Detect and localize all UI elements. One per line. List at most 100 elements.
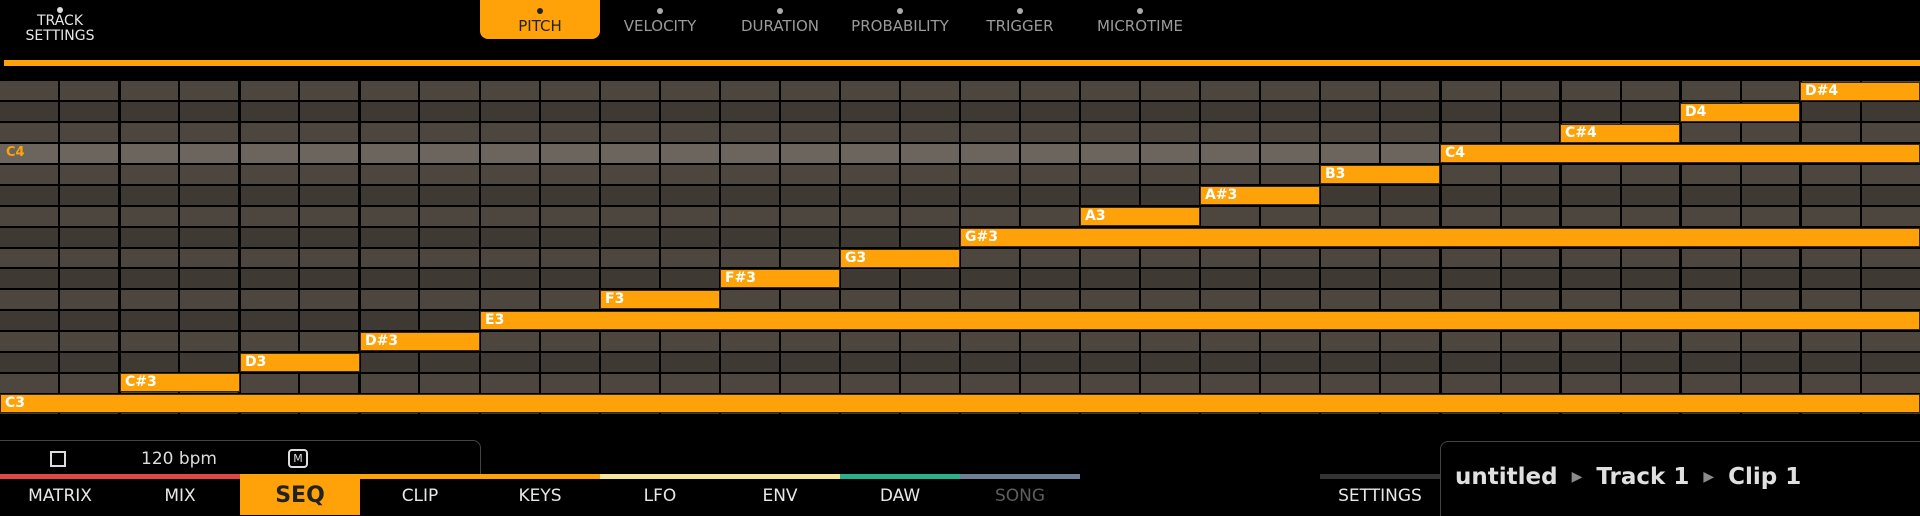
- grid-cell[interactable]: [900, 164, 959, 184]
- grid-cell[interactable]: [780, 353, 839, 373]
- grid-cell[interactable]: [900, 353, 959, 373]
- note-block[interactable]: A#3: [1200, 186, 1320, 206]
- note-block[interactable]: C#4: [1560, 123, 1680, 143]
- grid-cell[interactable]: [1321, 101, 1380, 121]
- grid-cell[interactable]: [120, 122, 179, 142]
- grid-cell[interactable]: [0, 248, 59, 268]
- grid-cell[interactable]: [540, 374, 599, 394]
- grid-cell[interactable]: [540, 164, 599, 184]
- grid-cell[interactable]: [961, 248, 1020, 268]
- grid-cell[interactable]: [900, 332, 959, 352]
- grid-cell[interactable]: [1201, 122, 1260, 142]
- grid-cell[interactable]: [1681, 206, 1740, 226]
- grid-cell[interactable]: [300, 332, 359, 352]
- grid-cell[interactable]: [720, 206, 779, 226]
- grid-cell[interactable]: [1801, 164, 1860, 184]
- grid-cell[interactable]: [1141, 248, 1200, 268]
- grid-cell[interactable]: [360, 248, 419, 268]
- grid-cell[interactable]: [1441, 101, 1500, 121]
- grid-cell[interactable]: [1561, 269, 1620, 289]
- grid-cell[interactable]: [480, 206, 539, 226]
- grid-cell[interactable]: [900, 122, 959, 142]
- grid-cell[interactable]: [1741, 269, 1800, 289]
- grid-cell[interactable]: [300, 248, 359, 268]
- grid-cell[interactable]: [300, 122, 359, 142]
- grid-cell[interactable]: [600, 248, 659, 268]
- grid-cell[interactable]: [1741, 206, 1800, 226]
- grid-cell[interactable]: [840, 81, 899, 100]
- tab-probability[interactable]: PROBABILITY: [840, 0, 960, 39]
- grid-cell[interactable]: [780, 374, 839, 394]
- grid-cell[interactable]: [1081, 164, 1140, 184]
- grid-cell[interactable]: [780, 206, 839, 226]
- grid-cell[interactable]: [1681, 353, 1740, 373]
- grid-cell[interactable]: [540, 332, 599, 352]
- grid-cell[interactable]: [180, 185, 239, 205]
- note-block[interactable]: D4: [1680, 102, 1800, 122]
- grid-cell[interactable]: [420, 206, 479, 226]
- grid-cell[interactable]: [1861, 290, 1920, 310]
- grid-cell[interactable]: [300, 290, 359, 310]
- grid-cell[interactable]: [1141, 81, 1200, 100]
- grid-cell[interactable]: [780, 248, 839, 268]
- grid-cell[interactable]: [120, 290, 179, 310]
- grid-cell[interactable]: [660, 164, 719, 184]
- grid-cell[interactable]: [480, 227, 539, 247]
- grid-cell[interactable]: [1501, 374, 1560, 394]
- grid-cell[interactable]: [540, 353, 599, 373]
- grid-cell[interactable]: [120, 248, 179, 268]
- grid-cell[interactable]: [0, 122, 59, 142]
- grid-cell[interactable]: [1861, 101, 1920, 121]
- grid-cell[interactable]: [60, 248, 119, 268]
- grid-cell[interactable]: [1501, 164, 1560, 184]
- grid-cell[interactable]: [1021, 332, 1080, 352]
- grid-cell[interactable]: [1681, 269, 1740, 289]
- grid-cell[interactable]: [1801, 101, 1860, 121]
- grid-cell[interactable]: [1381, 101, 1440, 121]
- grid-cell[interactable]: [1621, 290, 1680, 310]
- grid-cell[interactable]: [180, 269, 239, 289]
- grid-cell[interactable]: [720, 374, 779, 394]
- grid-cell[interactable]: [1681, 290, 1740, 310]
- grid-cell[interactable]: [480, 353, 539, 373]
- grid-cell[interactable]: [720, 227, 779, 247]
- grid-cell[interactable]: [60, 227, 119, 247]
- grid-cell[interactable]: [1561, 185, 1620, 205]
- grid-cell[interactable]: [660, 206, 719, 226]
- grid-cell[interactable]: [180, 164, 239, 184]
- grid-cell[interactable]: [1441, 81, 1500, 100]
- grid-cell[interactable]: [1141, 290, 1200, 310]
- grid-cell[interactable]: [660, 374, 719, 394]
- grid-cell[interactable]: [1261, 143, 1320, 163]
- grid-cell[interactable]: [1381, 122, 1440, 142]
- grid-cell[interactable]: [720, 185, 779, 205]
- grid-cell[interactable]: [900, 143, 959, 163]
- grid-cell[interactable]: [1321, 290, 1380, 310]
- grid-cell[interactable]: [300, 311, 359, 331]
- grid-cell[interactable]: [961, 143, 1020, 163]
- grid-cell[interactable]: [961, 81, 1020, 100]
- tab-microtime[interactable]: MICROTIME: [1080, 0, 1200, 39]
- grid-cell[interactable]: [1501, 269, 1560, 289]
- grid-cell[interactable]: [840, 290, 899, 310]
- grid-cell[interactable]: [1141, 122, 1200, 142]
- grid-cell[interactable]: [420, 122, 479, 142]
- grid-cell[interactable]: [60, 143, 119, 163]
- grid-cell[interactable]: [1021, 101, 1080, 121]
- grid-cell[interactable]: [120, 269, 179, 289]
- grid-cell[interactable]: [1621, 101, 1680, 121]
- grid-cell[interactable]: [1861, 122, 1920, 142]
- grid-cell[interactable]: [1381, 374, 1440, 394]
- grid-cell[interactable]: [360, 122, 419, 142]
- grid-cell[interactable]: [480, 248, 539, 268]
- note-block[interactable]: B3: [1320, 165, 1440, 185]
- grid-cell[interactable]: [60, 101, 119, 121]
- grid-cell[interactable]: [1021, 353, 1080, 373]
- grid-cell[interactable]: [480, 143, 539, 163]
- grid-cell[interactable]: [1621, 374, 1680, 394]
- grid-cell[interactable]: [240, 185, 299, 205]
- grid-cell[interactable]: [1201, 101, 1260, 121]
- grid-cell[interactable]: [1501, 81, 1560, 100]
- grid-cell[interactable]: [1441, 290, 1500, 310]
- grid-cell[interactable]: [240, 164, 299, 184]
